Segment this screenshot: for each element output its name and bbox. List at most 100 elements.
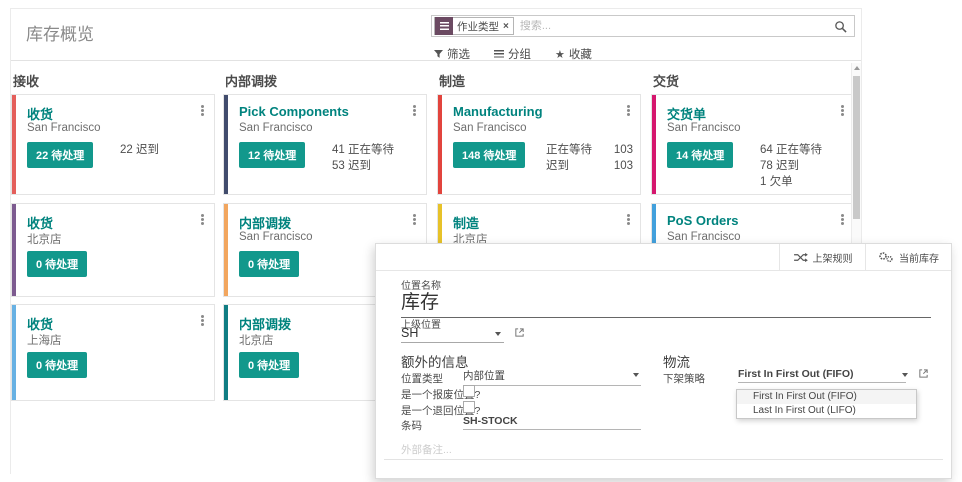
barcode-input[interactable]: SH-STOCK	[463, 415, 641, 430]
favorites-label: 收藏	[569, 46, 592, 62]
todo-count-button[interactable]: 0 待处理	[239, 251, 299, 277]
location-name-input[interactable]: 库存	[401, 287, 931, 318]
stat-backorder[interactable]: 1 欠单	[760, 174, 822, 190]
search-input[interactable]	[514, 20, 834, 32]
gears-icon	[878, 251, 894, 263]
card-title[interactable]: 交货单	[667, 104, 706, 123]
kebab-menu-icon[interactable]	[413, 214, 416, 217]
card-title[interactable]: 制造	[453, 213, 479, 232]
stat-late-label[interactable]: 迟到	[546, 158, 569, 174]
card-stats: 64 正在等待 78 迟到 1 欠单	[760, 142, 822, 190]
card-title[interactable]: Pick Components	[239, 104, 349, 119]
card-color-stripe	[12, 204, 16, 296]
external-link-icon[interactable]	[918, 368, 929, 379]
card-stats: 22 迟到	[120, 142, 159, 158]
stat-waiting-label[interactable]: 正在等待	[546, 142, 592, 158]
stat-late[interactable]: 78 迟到	[760, 158, 822, 174]
kebab-menu-icon[interactable]	[841, 214, 844, 217]
stat-waiting-value[interactable]: 103	[614, 142, 633, 158]
scroll-up-icon[interactable]	[854, 66, 860, 70]
todo-count-button[interactable]: 0 待处理	[27, 352, 87, 378]
column-title-receipts: 接收	[13, 71, 39, 90]
kanban-card-delivery-orders[interactable]: 交货单 San Francisco 14 待处理 64 正在等待 78 迟到 1…	[651, 94, 855, 195]
stat-waiting[interactable]: 64 正在等待	[760, 142, 822, 158]
card-title[interactable]: 内部调拨	[239, 213, 291, 232]
stat-waiting[interactable]: 41 正在等待	[332, 142, 394, 158]
kanban-card-receipts-sf[interactable]: 收货 San Francisco 22 待处理 22 迟到	[11, 94, 215, 195]
kanban-card-receipts-beijing[interactable]: 收货 北京店 0 待处理	[11, 203, 215, 297]
card-location: San Francisco	[239, 122, 313, 134]
card-location: 上海店	[27, 332, 62, 348]
todo-count-button[interactable]: 12 待处理	[239, 142, 305, 168]
card-title[interactable]: Manufacturing	[453, 104, 543, 119]
card-color-stripe	[224, 305, 228, 400]
card-location: San Francisco	[667, 122, 741, 134]
todo-count-button[interactable]: 14 待处理	[667, 142, 733, 168]
barcode-label: 条码	[401, 418, 422, 433]
parent-location-input[interactable]: SH	[401, 326, 504, 343]
current-stock-button[interactable]: 当前库存	[865, 244, 951, 270]
facet-label: 作业类型	[453, 19, 503, 34]
card-color-stripe	[652, 95, 656, 194]
external-notes-input[interactable]: 外部备注...	[401, 442, 452, 457]
kebab-menu-icon[interactable]	[413, 105, 416, 108]
chevron-down-icon[interactable]	[633, 373, 639, 377]
card-location: San Francisco	[239, 231, 313, 243]
card-location: 北京店	[239, 332, 274, 348]
dropdown-option-fifo[interactable]: First In First Out (FIFO)	[737, 390, 916, 404]
kebab-menu-icon[interactable]	[841, 105, 844, 108]
card-title[interactable]: 收货	[27, 104, 53, 123]
todo-count-button[interactable]: 148 待处理	[453, 142, 525, 168]
kebab-menu-icon[interactable]	[627, 105, 630, 108]
scrollbar-thumb[interactable]	[853, 76, 860, 219]
control-panel: 库存概览 作业类型 × 筛选 分组 ★ 收藏	[11, 9, 861, 61]
chevron-down-icon[interactable]	[495, 332, 501, 336]
kanban-card-pick-components[interactable]: Pick Components San Francisco 12 待处理 41 …	[223, 94, 427, 195]
kebab-menu-icon[interactable]	[627, 214, 630, 217]
kanban-card-manufacturing-sf[interactable]: Manufacturing San Francisco 148 待处理 正在等待…	[437, 94, 641, 195]
stat-late-value[interactable]: 103	[614, 158, 633, 174]
kanban-card-receipts-shanghai[interactable]: 收货 上海店 0 待处理	[11, 304, 215, 401]
todo-count-button[interactable]: 0 待处理	[239, 352, 299, 378]
search-options: 筛选 分组 ★ 收藏	[434, 46, 592, 62]
card-color-stripe	[12, 305, 16, 400]
location-type-select[interactable]: 内部位置	[463, 368, 641, 386]
card-title[interactable]: 收货	[27, 213, 53, 232]
page-title: 库存概览	[26, 20, 94, 45]
kebab-menu-icon[interactable]	[201, 214, 204, 217]
extra-info-section-title: 额外的信息	[401, 351, 469, 371]
search-bar[interactable]: 作业类型 ×	[431, 15, 855, 37]
column-title-manufacturing: 制造	[439, 71, 465, 90]
card-title[interactable]: PoS Orders	[667, 213, 739, 228]
star-icon: ★	[555, 48, 565, 61]
shuffle-icon	[793, 252, 808, 263]
current-stock-label: 当前库存	[899, 250, 939, 265]
card-location: San Francisco	[453, 122, 527, 134]
filters-button[interactable]: 筛选	[434, 46, 470, 62]
group-by-button[interactable]: 分组	[494, 46, 531, 62]
removal-strategy-dropdown: First In First Out (FIFO) Last In First …	[736, 389, 917, 419]
removal-strategy-select[interactable]: First In First Out (FIFO)	[738, 368, 906, 383]
todo-count-button[interactable]: 22 待处理	[27, 142, 93, 168]
card-color-stripe	[438, 95, 442, 194]
card-title[interactable]: 收货	[27, 314, 53, 333]
is-scrap-location-checkbox[interactable]	[463, 385, 475, 397]
search-icon[interactable]	[834, 20, 847, 33]
search-facet[interactable]: 作业类型 ×	[434, 17, 514, 35]
stat-late[interactable]: 22 迟到	[120, 142, 159, 158]
putaway-rules-button[interactable]: 上架规则	[779, 244, 865, 270]
external-link-icon[interactable]	[514, 327, 525, 338]
is-return-location-checkbox[interactable]	[463, 401, 475, 413]
todo-count-button[interactable]: 0 待处理	[27, 251, 87, 277]
sheet-divider	[384, 459, 943, 460]
kebab-menu-icon[interactable]	[201, 105, 204, 108]
kebab-menu-icon[interactable]	[201, 315, 204, 318]
card-title[interactable]: 内部调拨	[239, 314, 291, 333]
stat-late[interactable]: 53 迟到	[332, 158, 394, 174]
card-location: San Francisco	[667, 231, 741, 243]
facet-remove-icon[interactable]: ×	[503, 21, 513, 32]
dropdown-option-lifo[interactable]: Last In First Out (LIFO)	[737, 404, 916, 418]
form-sheet: 位置名称 库存 上级位置 SH 额外的信息 位置类型 内部位置 是一个报废位置?…	[376, 271, 951, 478]
chevron-down-icon[interactable]	[902, 373, 908, 377]
favorites-button[interactable]: ★ 收藏	[555, 46, 592, 62]
